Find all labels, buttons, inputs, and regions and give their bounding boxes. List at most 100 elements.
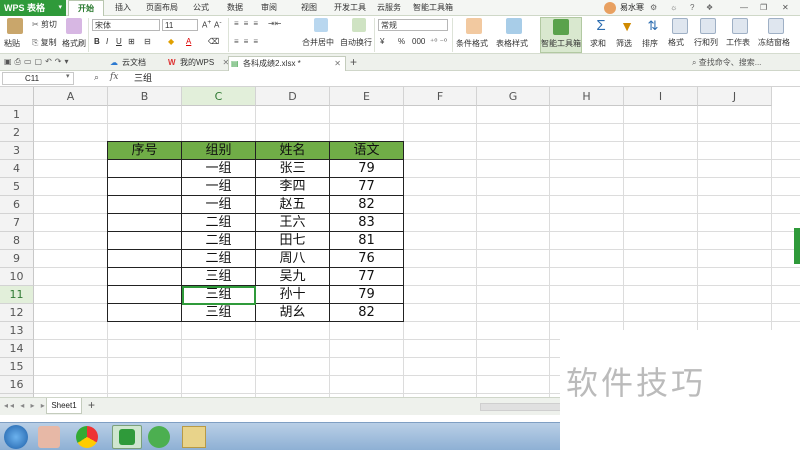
fx-icon[interactable]: fx <box>110 72 118 82</box>
tab-active-file[interactable]: ▤ 各科成绩2.xlsx * ✕ <box>228 56 346 71</box>
border-icon[interactable]: ⊞ <box>128 37 135 46</box>
table-cell-chinese[interactable]: 79 <box>329 159 404 178</box>
font-color-icon[interactable]: A <box>186 37 191 46</box>
table-cell-seq[interactable] <box>107 267 182 286</box>
command-search[interactable]: ⌕ 查找命令、搜索... <box>692 57 761 68</box>
table-cell-group[interactable]: 二组 <box>181 231 256 250</box>
table-cell-name[interactable]: 孙十 <box>255 285 330 304</box>
table-cell-group[interactable]: 一组 <box>181 195 256 214</box>
start-button[interactable] <box>4 425 28 449</box>
zoom-icon[interactable]: ⌕ <box>94 72 99 83</box>
table-cell-group[interactable]: 二组 <box>181 249 256 268</box>
tab-cloud-docs[interactable]: ☁ 云文档 <box>108 56 146 71</box>
table-cell-chinese[interactable]: 82 <box>329 303 404 322</box>
name-box[interactable]: C11 <box>2 72 74 85</box>
table-cell-seq[interactable] <box>107 231 182 250</box>
column-header-e[interactable]: E <box>330 87 404 106</box>
row-header-4[interactable]: 4 <box>0 160 34 178</box>
row-header-15[interactable]: 15 <box>0 358 34 376</box>
table-cell-name[interactable]: 胡幺 <box>255 303 330 322</box>
table-header-group[interactable]: 组别 <box>181 141 256 160</box>
quick-access-icons[interactable]: ▣⎙▭▢↶↷▾ <box>4 57 72 67</box>
row-header-6[interactable]: 6 <box>0 196 34 214</box>
restore-icon[interactable]: ❐ <box>760 0 767 16</box>
table-cell-name[interactable]: 田七 <box>255 231 330 250</box>
table-header-chinese[interactable]: 语文 <box>329 141 404 160</box>
avatar[interactable] <box>604 2 616 14</box>
bold-button[interactable]: B <box>94 37 100 46</box>
help-icon[interactable]: ? <box>690 0 694 16</box>
close-icon[interactable]: ✕ <box>782 0 789 16</box>
table-cell-chinese[interactable]: 82 <box>329 195 404 214</box>
table-cell-chinese[interactable]: 81 <box>329 231 404 250</box>
row-header-3[interactable]: 3 <box>0 142 34 160</box>
format-button[interactable]: 格式 <box>668 18 688 48</box>
minimize-icon[interactable]: — <box>740 0 748 16</box>
table-cell-chinese[interactable]: 77 <box>329 177 404 196</box>
wrap-text-button[interactable]: 自动换行 <box>340 18 372 48</box>
table-cell-chinese[interactable]: 79 <box>329 285 404 304</box>
table-cell-seq[interactable] <box>107 159 182 178</box>
merge-icon[interactable]: ⊟ <box>144 37 151 46</box>
table-cell-name[interactable]: 张三 <box>255 159 330 178</box>
row-header-13[interactable]: 13 <box>0 322 34 340</box>
close-tab-icon[interactable]: ✕ <box>334 57 341 71</box>
add-sheet-icon[interactable]: + <box>88 398 95 412</box>
format-painter-button[interactable]: 格式刷 <box>62 18 86 49</box>
tab-page-layout[interactable]: 页面布局 <box>142 0 182 16</box>
table-cell-chinese[interactable]: 76 <box>329 249 404 268</box>
tab-cloud-service[interactable]: 云服务 <box>374 0 404 16</box>
clear-format-icon[interactable]: ⌫ <box>208 37 219 46</box>
tab-insert[interactable]: 插入 <box>110 0 136 16</box>
column-header-a[interactable]: A <box>34 87 108 106</box>
table-cell-seq[interactable] <box>107 249 182 268</box>
row-header-11[interactable]: 11 <box>0 286 34 304</box>
tab-formulas[interactable]: 公式 <box>188 0 214 16</box>
taskbar-app-icon[interactable] <box>38 426 60 448</box>
copy-button[interactable]: ⎘ 复制 <box>32 37 57 48</box>
table-cell-group[interactable]: 三组 <box>181 303 256 322</box>
select-all-corner[interactable] <box>0 87 34 106</box>
table-cell-chinese[interactable]: 77 <box>329 267 404 286</box>
row-col-button[interactable]: 行和列 <box>694 18 718 48</box>
row-header-12[interactable]: 12 <box>0 304 34 322</box>
currency-icon[interactable]: ¥ <box>380 37 384 46</box>
table-cell-chinese[interactable]: 83 <box>329 213 404 232</box>
smart-toolbox-button[interactable]: 智能工具箱 <box>540 17 582 53</box>
column-header-f[interactable]: F <box>404 87 477 106</box>
tab-view[interactable]: 视图 <box>296 0 322 16</box>
tab-data[interactable]: 数据 <box>222 0 248 16</box>
column-header-d[interactable]: D <box>256 87 330 106</box>
column-header-i[interactable]: I <box>624 87 698 106</box>
column-header-c[interactable]: C <box>182 87 256 106</box>
grow-font-icon[interactable]: A+ <box>202 19 211 30</box>
shrink-font-icon[interactable]: A- <box>214 19 222 30</box>
table-cell-seq[interactable] <box>107 177 182 196</box>
table-cell-seq[interactable] <box>107 303 182 322</box>
table-cell-group[interactable]: 一组 <box>181 159 256 178</box>
tab-developer[interactable]: 开发工具 <box>330 0 370 16</box>
indent-icon[interactable]: ⇥⇤ <box>268 19 281 28</box>
table-cell-group[interactable]: 一组 <box>181 177 256 196</box>
sum-button[interactable]: Σ 求和 <box>590 18 612 49</box>
folder-icon[interactable] <box>182 426 206 448</box>
sheet-tab-sheet1[interactable]: Sheet1 <box>46 398 82 414</box>
sort-button[interactable]: ⇅ 排序 <box>642 18 664 49</box>
bulb-icon[interactable]: ☼ <box>670 0 677 16</box>
row-header-8[interactable]: 8 <box>0 232 34 250</box>
table-header-name[interactable]: 姓名 <box>255 141 330 160</box>
table-cell-name[interactable]: 王六 <box>255 213 330 232</box>
table-cell-group[interactable]: 二组 <box>181 213 256 232</box>
row-header-16[interactable]: 16 <box>0 376 34 394</box>
align-left-icons[interactable]: ≡≡≡ <box>234 37 263 46</box>
wps-taskbar-button[interactable] <box>112 425 142 449</box>
wechat-icon[interactable] <box>148 426 170 448</box>
table-header-seq[interactable]: 序号 <box>107 141 182 160</box>
italic-button[interactable]: I <box>106 37 108 46</box>
decimal-icon[interactable]: ⁺⁰ ⁻⁰ <box>430 37 447 46</box>
row-header-7[interactable]: 7 <box>0 214 34 232</box>
table-cell-name[interactable]: 赵五 <box>255 195 330 214</box>
percent-button[interactable]: % <box>398 37 405 46</box>
column-header-g[interactable]: G <box>477 87 550 106</box>
fill-color-icon[interactable]: ◆ <box>168 37 174 46</box>
